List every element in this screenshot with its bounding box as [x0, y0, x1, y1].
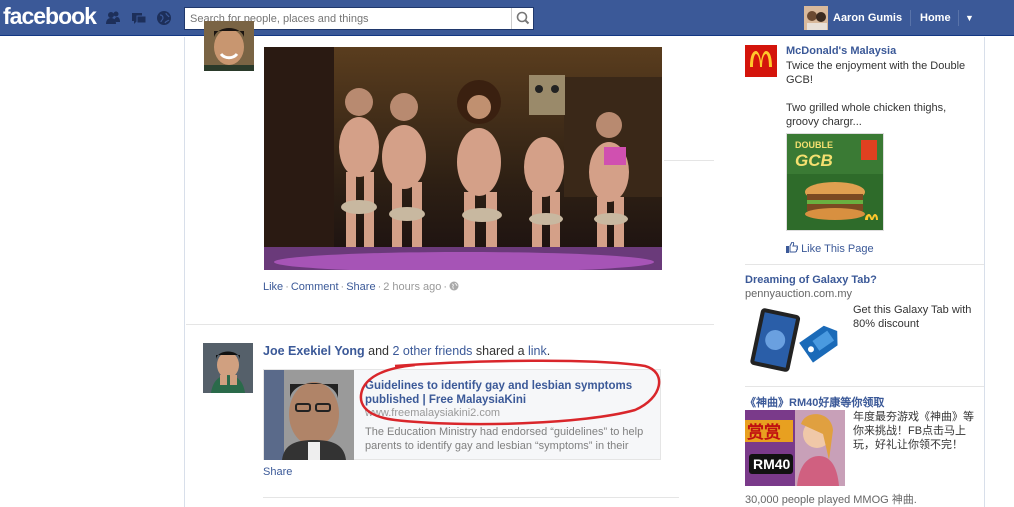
- home-link[interactable]: Home: [920, 12, 951, 24]
- shared-object-link[interactable]: link: [528, 344, 547, 358]
- content-border: [184, 37, 185, 507]
- attachment-description: The Education Ministry had endorsed “gui…: [365, 426, 644, 452]
- avatar: [804, 6, 828, 30]
- post-actions: Like · Comment · Share · 2 hours ago ·: [263, 281, 459, 293]
- divider: [664, 160, 714, 161]
- svg-text:DOUBLE: DOUBLE: [795, 140, 833, 150]
- ad-domain: pennyauction.com.my: [745, 288, 852, 300]
- ad-body: Two grilled whole chicken thighs, groovy…: [786, 102, 947, 128]
- story-text: and: [364, 344, 393, 358]
- public-globe-icon: [449, 281, 459, 291]
- ad-title-link[interactable]: Dreaming of Galaxy Tab?: [745, 274, 877, 286]
- comment-link[interactable]: Comment: [291, 281, 339, 293]
- thumbs-up-icon: [786, 241, 799, 253]
- other-friends-link[interactable]: 2 other friends: [392, 344, 472, 358]
- story-text: shared a: [472, 344, 528, 358]
- ad-image[interactable]: DOUBLE GCB: [786, 133, 884, 231]
- attachment-title-link[interactable]: Guidelines to identify gay and lesbian s…: [365, 379, 655, 407]
- nav-divider: [910, 10, 911, 26]
- like-link[interactable]: Like: [263, 281, 283, 293]
- svg-text:赏赏: 赏赏: [747, 422, 781, 443]
- nav-divider: [958, 10, 959, 26]
- share-link[interactable]: Share: [263, 466, 292, 478]
- video-thumbnail[interactable]: [264, 47, 662, 270]
- post-author-avatar[interactable]: [203, 343, 253, 393]
- attachment-url: www.freemalaysiakini2.com: [365, 407, 501, 419]
- story-header: Joe Exekiel Yong and 2 other friends sha…: [263, 344, 550, 358]
- ad-title-link[interactable]: 《神曲》RM40好康等你领取: [745, 394, 884, 410]
- svg-text:RM40: RM40: [753, 456, 791, 472]
- search-button[interactable]: [511, 8, 533, 29]
- link-attachment[interactable]: Guidelines to identify gay and lesbian s…: [263, 369, 661, 460]
- timestamp[interactable]: 2 hours ago: [383, 281, 441, 293]
- search-icon: [516, 11, 530, 25]
- top-bar: facebook Aaron Gumis Home ▼: [0, 0, 1014, 36]
- post-author-avatar[interactable]: [204, 21, 254, 71]
- mcdonalds-logo[interactable]: [745, 45, 777, 77]
- ad-social-context: 30,000 people played MMOG 神曲.: [745, 494, 917, 506]
- ad-image[interactable]: [745, 303, 845, 380]
- story-text: .: [546, 344, 551, 358]
- divider: [186, 324, 714, 325]
- divider: [745, 264, 984, 265]
- actor-name-link[interactable]: Joe Exekiel Yong: [263, 344, 365, 358]
- attachment-thumbnail[interactable]: [264, 370, 354, 460]
- friend-requests-icon[interactable]: [105, 10, 121, 26]
- ad-body: 年度最夯游戏《神曲》等你来挑战！FB点击马上玩，好礼让你领不完！: [853, 411, 974, 451]
- like-page-link[interactable]: Like This Page: [786, 241, 874, 255]
- like-page-label: Like This Page: [801, 243, 874, 255]
- share-link[interactable]: Share: [346, 281, 375, 293]
- notifications-globe-icon[interactable]: [156, 10, 172, 26]
- ad-body: Twice the enjoyment with the Double GCB!: [786, 60, 966, 86]
- ad-title-link[interactable]: McDonald's Malaysia: [786, 45, 896, 57]
- messages-icon[interactable]: [131, 10, 147, 26]
- svg-text:GCB: GCB: [795, 151, 833, 170]
- ad-image[interactable]: 赏赏 RM40: [745, 410, 845, 486]
- divider: [745, 386, 984, 387]
- facebook-logo[interactable]: facebook: [3, 3, 97, 30]
- ad-body: Get this Galaxy Tab with 80% discount: [853, 304, 972, 330]
- divider: [263, 497, 679, 498]
- account-menu-chevron-down-icon[interactable]: ▼: [965, 13, 974, 23]
- content-border: [984, 37, 985, 507]
- user-name: Aaron Gumis: [833, 12, 903, 24]
